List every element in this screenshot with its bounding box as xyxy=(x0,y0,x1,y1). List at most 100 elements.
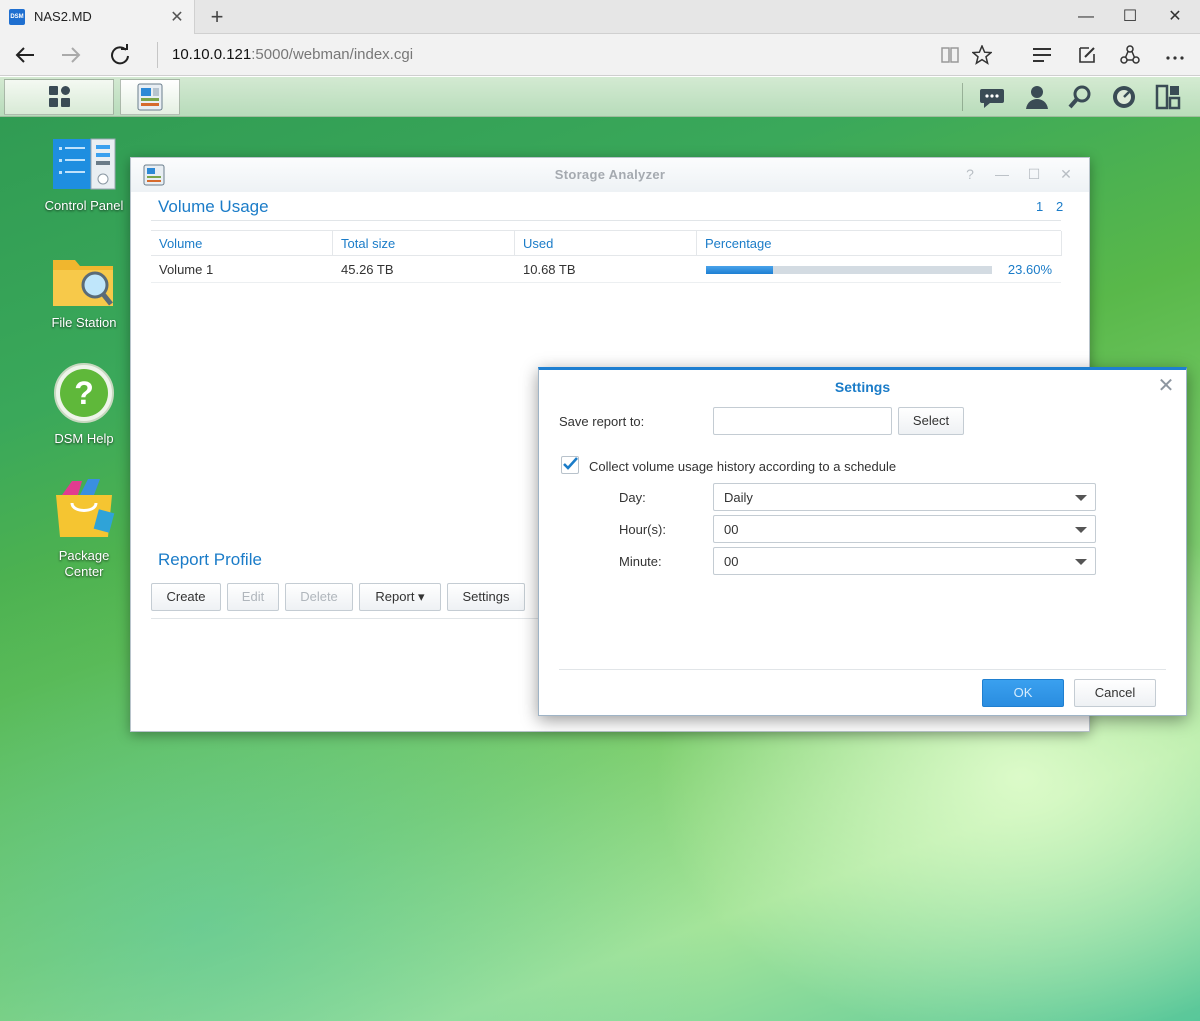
browser-tab-strip: DSM NAS2.MD ✕ + — ☐ ✕ xyxy=(0,0,1200,34)
maximize-button[interactable]: ☐ xyxy=(1025,165,1043,183)
browser-tab[interactable]: DSM NAS2.MD ✕ xyxy=(0,0,195,34)
save-report-label: Save report to: xyxy=(559,414,645,429)
dsm-desktop: Control Panel File Station ? DSM Help Pa… xyxy=(0,77,1200,1021)
main-menu-icon xyxy=(49,86,70,107)
page-2-link[interactable]: 2 xyxy=(1056,199,1063,214)
dialog-title: Settings xyxy=(834,379,891,395)
more-icon[interactable] xyxy=(1159,40,1191,70)
url-host: 10.10.0.121 xyxy=(172,46,252,63)
favorite-star-icon[interactable] xyxy=(966,40,998,70)
taskbar-separator xyxy=(962,83,963,111)
column-header-volume[interactable]: Volume xyxy=(159,236,202,251)
column-separator xyxy=(696,231,697,256)
create-button[interactable]: Create xyxy=(151,583,221,611)
usage-progress-fill xyxy=(706,266,774,274)
window-maximize-button[interactable]: ☐ xyxy=(1110,5,1150,29)
back-icon[interactable] xyxy=(9,40,41,70)
table-row[interactable]: Volume 1 45.26 TB 10.68 TB 23.60% xyxy=(151,256,1061,283)
search-icon[interactable] xyxy=(1066,83,1098,111)
volume-usage-title: Volume Usage xyxy=(158,197,269,216)
minute-label: Minute: xyxy=(619,554,662,569)
column-separator xyxy=(332,231,333,256)
help-button[interactable]: ? xyxy=(961,165,979,183)
day-select[interactable]: Daily xyxy=(713,483,1096,511)
report-profile-title: Report Profile xyxy=(158,550,262,569)
settings-button[interactable]: Settings xyxy=(447,583,525,611)
column-header-used[interactable]: Used xyxy=(523,236,553,251)
main-menu-button[interactable] xyxy=(4,79,114,115)
desktop-label: Package Center xyxy=(58,548,110,579)
resource-monitor-icon[interactable] xyxy=(1110,83,1142,111)
package-center-icon xyxy=(56,479,115,537)
cell-volume: Volume 1 xyxy=(159,262,214,277)
hub-icon[interactable] xyxy=(1026,40,1058,70)
window-minimize-button[interactable]: — xyxy=(1066,5,1106,29)
share-icon[interactable] xyxy=(1114,40,1146,70)
minute-select[interactable]: 00 xyxy=(713,547,1096,575)
forward-icon[interactable] xyxy=(55,40,87,70)
close-button[interactable]: ✕ xyxy=(1057,165,1075,183)
column-header-total-size[interactable]: Total size xyxy=(341,236,395,251)
select-folder-button[interactable]: Select xyxy=(898,407,964,435)
divider xyxy=(151,220,1061,221)
desktop-icon-control-panel[interactable]: Control Panel xyxy=(24,137,144,214)
control-panel-icon xyxy=(53,138,116,190)
hours-select-value: 00 xyxy=(724,522,739,537)
save-report-path-field[interactable] xyxy=(713,407,892,435)
desktop-icon-package-center[interactable]: Package Center xyxy=(24,477,144,580)
usage-progress-bar xyxy=(706,266,992,274)
desktop-icon-file-station[interactable]: File Station xyxy=(24,252,144,331)
chevron-down-icon xyxy=(1075,527,1087,533)
report-dropdown-button[interactable]: Report ▾ xyxy=(359,583,441,611)
edit-button[interactable]: Edit xyxy=(227,583,279,611)
column-header-percentage[interactable]: Percentage xyxy=(705,236,772,251)
file-station-icon xyxy=(53,260,113,306)
checkmark-icon xyxy=(563,457,578,470)
desktop-label: Control Panel xyxy=(44,198,124,213)
refresh-icon[interactable] xyxy=(104,40,136,70)
cell-total-size: 45.26 TB xyxy=(341,262,394,277)
minimize-button[interactable]: — xyxy=(993,165,1011,183)
hours-label: Hour(s): xyxy=(619,522,666,537)
dsm-favicon-icon: DSM xyxy=(9,9,25,25)
table-header: Volume Total size Used Percentage xyxy=(151,230,1062,256)
minute-select-value: 00 xyxy=(724,554,739,569)
window-title: Storage Analyzer xyxy=(554,167,666,182)
url-field[interactable]: 10.10.0.121:5000/webman/index.cgi xyxy=(172,46,413,63)
column-separator xyxy=(1061,231,1062,256)
desktop-label: DSM Help xyxy=(54,431,114,446)
reading-view-icon[interactable] xyxy=(934,40,966,70)
storage-analyzer-app-icon xyxy=(137,83,163,111)
ok-button[interactable]: OK xyxy=(982,679,1064,707)
window-close-button[interactable]: ✕ xyxy=(1155,5,1195,29)
url-path: :5000/webman/index.cgi xyxy=(251,46,414,63)
tab-close-icon[interactable]: ✕ xyxy=(168,7,186,27)
user-icon[interactable] xyxy=(1023,83,1055,111)
widgets-icon[interactable] xyxy=(1154,83,1186,111)
day-select-value: Daily xyxy=(724,490,753,505)
delete-button[interactable]: Delete xyxy=(285,583,353,611)
address-bar: 10.10.0.121:5000/webman/index.cgi xyxy=(0,34,1200,76)
divider xyxy=(559,669,1166,670)
new-tab-button[interactable]: + xyxy=(205,4,229,30)
chevron-down-icon xyxy=(1075,559,1087,565)
column-separator xyxy=(514,231,515,256)
cell-percentage: 23.60% xyxy=(1007,262,1052,277)
window-header[interactable]: Storage Analyzer ? — ☐ ✕ xyxy=(131,158,1089,192)
web-note-icon[interactable] xyxy=(1071,40,1103,70)
url-separator xyxy=(157,42,158,68)
cancel-button[interactable]: Cancel xyxy=(1074,679,1156,707)
collect-history-label[interactable]: Collect volume usage history according t… xyxy=(589,459,896,474)
help-icon: ? xyxy=(54,363,114,423)
settings-dialog: Settings ✕ Save report to: Select Collec… xyxy=(538,367,1187,716)
page-1-link[interactable]: 1 xyxy=(1036,199,1043,214)
svg-text:?: ? xyxy=(74,375,94,411)
desktop-label: File Station xyxy=(51,315,117,330)
hours-select[interactable]: 00 xyxy=(713,515,1096,543)
notifications-icon[interactable] xyxy=(978,83,1010,111)
storage-analyzer-taskbar-button[interactable] xyxy=(120,79,180,115)
tab-title: NAS2.MD xyxy=(34,9,92,24)
collect-history-checkbox[interactable] xyxy=(561,456,579,474)
dialog-close-icon[interactable]: ✕ xyxy=(1156,376,1176,396)
desktop-icon-dsm-help[interactable]: ? DSM Help xyxy=(24,362,144,447)
